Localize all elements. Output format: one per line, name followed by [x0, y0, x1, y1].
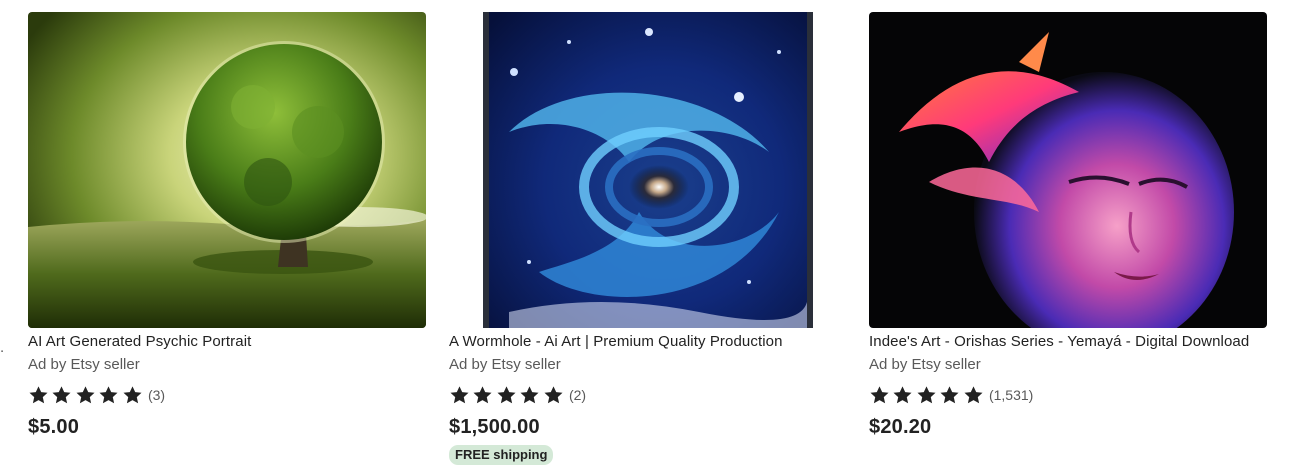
star-icon	[543, 385, 564, 406]
star-icon	[496, 385, 517, 406]
star-icon	[869, 385, 890, 406]
neon-face-artwork-image[interactable]	[869, 12, 1267, 328]
listing-card[interactable]: A Wormhole - Ai Art | Premium Quality Pr…	[449, 12, 849, 465]
star-rating: (3)	[28, 385, 428, 405]
star-icon	[939, 385, 960, 406]
star-icon	[51, 385, 72, 406]
listing-title[interactable]: AI Art Generated Psychic Portrait	[28, 331, 428, 353]
listing-title[interactable]: Indee's Art - Orishas Series - Yemayá - …	[869, 331, 1269, 353]
ad-label: Ad by Etsy seller	[28, 356, 140, 373]
star-icon	[916, 385, 937, 406]
listing-title[interactable]: A Wormhole - Ai Art | Premium Quality Pr…	[449, 331, 849, 353]
star-icon	[75, 385, 96, 406]
price: $5.00	[28, 416, 80, 438]
star-icon	[449, 385, 470, 406]
star-icon	[28, 385, 49, 406]
star-icon	[519, 385, 540, 406]
price: $20.20	[869, 416, 932, 438]
star-icon	[892, 385, 913, 406]
star-icon	[98, 385, 119, 406]
review-count: (1,531)	[988, 387, 1034, 403]
star-icon	[472, 385, 493, 406]
price: $1,500.00	[449, 416, 540, 438]
review-count: (2)	[568, 387, 587, 403]
star-rating: (2)	[449, 385, 849, 405]
review-count: (3)	[147, 387, 166, 403]
star-icon	[963, 385, 984, 406]
star-rating: (1,531)	[869, 385, 1269, 405]
free-shipping-badge: FREE shipping	[449, 445, 554, 465]
wormhole-artwork-image[interactable]	[449, 12, 847, 328]
ad-label: Ad by Etsy seller	[449, 356, 561, 373]
ad-label: Ad by Etsy seller	[869, 356, 981, 373]
listing-card[interactable]: AI Art Generated Psychic Portrait Ad by …	[28, 12, 428, 440]
star-icon	[122, 385, 143, 406]
listing-card[interactable]: Indee's Art - Orishas Series - Yemayá - …	[869, 12, 1269, 440]
edge-fragment: .	[0, 339, 5, 356]
tree-artwork-image[interactable]	[28, 12, 426, 328]
